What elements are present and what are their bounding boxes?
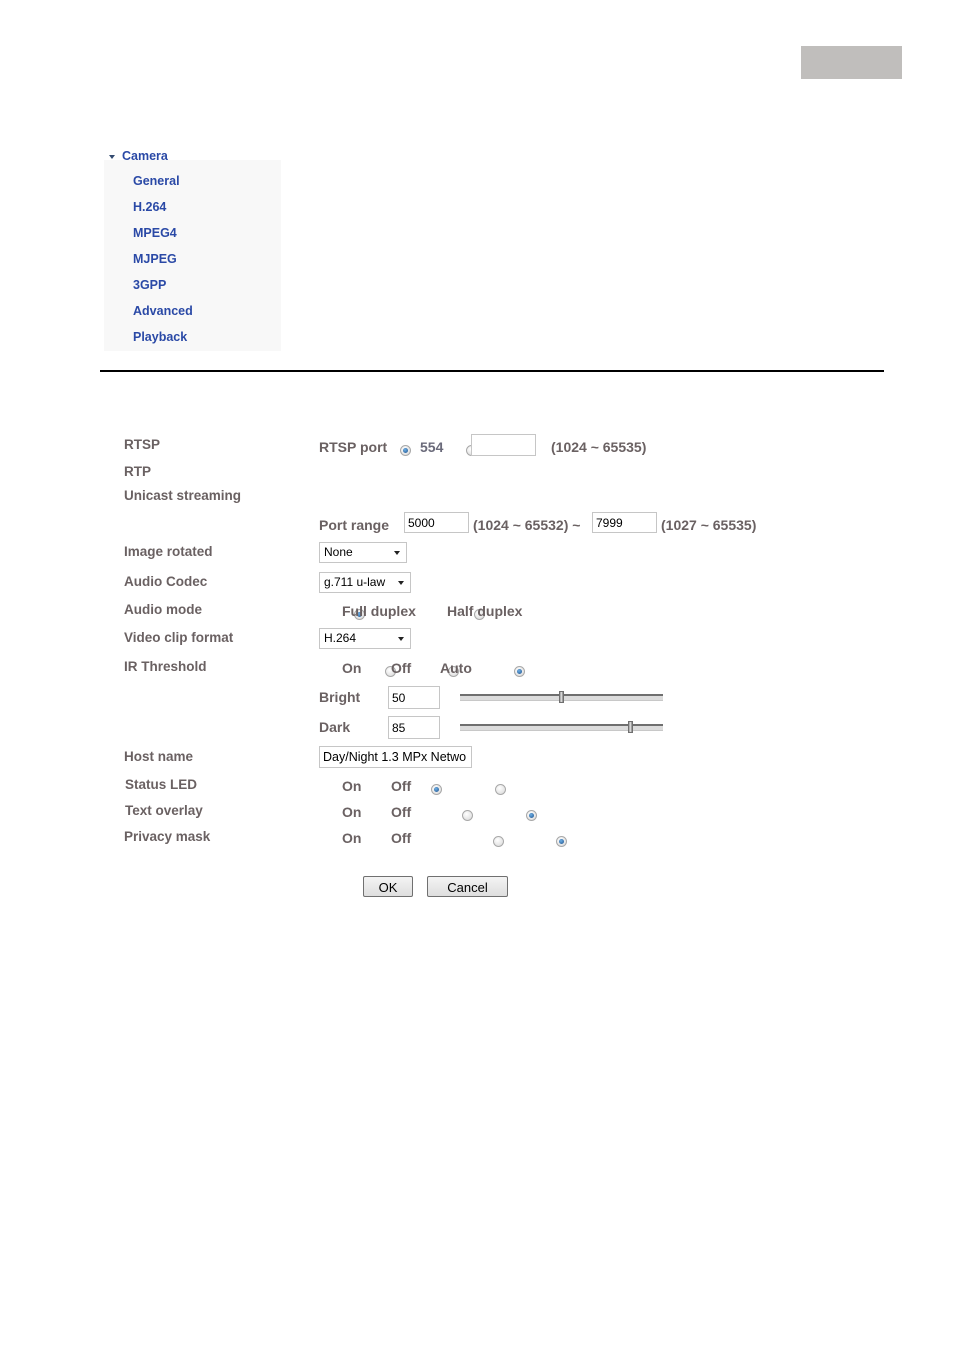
section-divider: [100, 370, 884, 372]
video-clip-format-select[interactable]: H.264: [319, 628, 411, 649]
dark-input[interactable]: [388, 716, 440, 739]
bright-slider-thumb[interactable]: [559, 691, 564, 703]
text-overlay-on-radio[interactable]: [462, 810, 474, 822]
ir-threshold-auto-label: Auto: [440, 660, 472, 676]
privacy-mask-off-radio[interactable]: [556, 836, 568, 848]
sidebar-item-advanced[interactable]: Advanced: [133, 303, 193, 319]
text-overlay-off-radio[interactable]: [525, 810, 537, 822]
privacy-mask-off-label: Off: [391, 830, 412, 846]
image-rotated-select[interactable]: None: [319, 542, 407, 563]
port-range-label: Port range: [319, 517, 390, 533]
sidebar-item-mjpeg[interactable]: MJPEG: [133, 251, 177, 267]
dropdown-arrow-icon: [394, 551, 400, 555]
ir-threshold-auto-radio[interactable]: [513, 666, 525, 678]
privacy-mask-label: Privacy mask: [124, 829, 211, 844]
sidebar-section-label: Camera: [122, 149, 168, 163]
port-range-start-hint: (1024 ~ 65532) ~: [473, 517, 581, 533]
ir-threshold-on-label: On: [342, 660, 362, 676]
text-overlay-on-label: On: [342, 804, 362, 820]
sidebar-section-camera[interactable]: Camera: [109, 148, 168, 164]
dark-slider[interactable]: [460, 721, 663, 733]
sidebar-item-playback[interactable]: Playback: [133, 329, 187, 345]
image-rotated-label: Image rotated: [124, 544, 213, 559]
privacy-mask-on-radio[interactable]: [492, 836, 504, 848]
audio-mode-half-duplex-label: Half duplex: [447, 603, 523, 619]
rtsp-custom-port-input[interactable]: [471, 434, 536, 456]
rtsp-default-port-value: 554: [420, 439, 444, 455]
video-clip-format-label: Video clip format: [124, 630, 234, 645]
audio-mode-full-duplex-label: Full duplex: [342, 603, 416, 619]
dark-label: Dark: [319, 719, 351, 735]
rtp-label: RTP: [124, 464, 151, 479]
page-corner-tab: [801, 46, 902, 79]
rtsp-port-range-hint: (1024 ~ 65535): [551, 439, 647, 455]
sidebar-item-h264[interactable]: H.264: [133, 199, 166, 215]
caret-down-icon: [109, 154, 115, 159]
dropdown-arrow-icon: [398, 637, 404, 641]
ir-threshold-label: IR Threshold: [124, 659, 207, 674]
port-range-end-hint: (1027 ~ 65535): [661, 517, 757, 533]
sidebar-panel: [104, 160, 281, 351]
rtsp-default-port-radio[interactable]: [400, 445, 411, 457]
rtsp-port-label: RTSP port: [319, 439, 388, 455]
rtsp-label: RTSP: [124, 437, 161, 452]
status-led-on-radio[interactable]: [431, 784, 443, 796]
host-name-label: Host name: [124, 749, 194, 764]
unicast-streaming-label: Unicast streaming: [124, 488, 242, 503]
image-rotated-value: None: [324, 545, 353, 559]
bright-input[interactable]: [388, 686, 440, 709]
status-led-on-label: On: [342, 778, 362, 794]
sidebar-item-general[interactable]: General: [133, 173, 180, 189]
ir-threshold-off-label: Off: [391, 660, 412, 676]
sidebar-item-3gpp[interactable]: 3GPP: [133, 277, 166, 293]
text-overlay-label: Text overlay: [125, 803, 203, 818]
audio-codec-select[interactable]: g.711 u-law: [319, 572, 411, 593]
text-overlay-off-label: Off: [391, 804, 412, 820]
bright-label: Bright: [319, 689, 361, 705]
privacy-mask-on-label: On: [342, 830, 362, 846]
audio-codec-value: g.711 u-law: [324, 575, 386, 589]
ok-button[interactable]: OK: [363, 876, 413, 897]
status-led-off-radio[interactable]: [494, 784, 506, 796]
video-clip-format-value: H.264: [324, 631, 357, 645]
audio-codec-label: Audio Codec: [124, 574, 208, 589]
cancel-button[interactable]: Cancel: [427, 876, 508, 897]
host-name-input[interactable]: [319, 746, 472, 768]
bright-slider[interactable]: [460, 691, 663, 703]
dropdown-arrow-icon: [398, 581, 404, 585]
status-led-label: Status LED: [125, 777, 198, 792]
dark-slider-thumb[interactable]: [628, 721, 634, 733]
audio-mode-label: Audio mode: [124, 602, 202, 617]
sidebar-item-mpeg4[interactable]: MPEG4: [133, 225, 177, 241]
port-range-start-input[interactable]: [404, 512, 469, 533]
port-range-end-input[interactable]: [592, 512, 657, 533]
status-led-off-label: Off: [391, 778, 412, 794]
